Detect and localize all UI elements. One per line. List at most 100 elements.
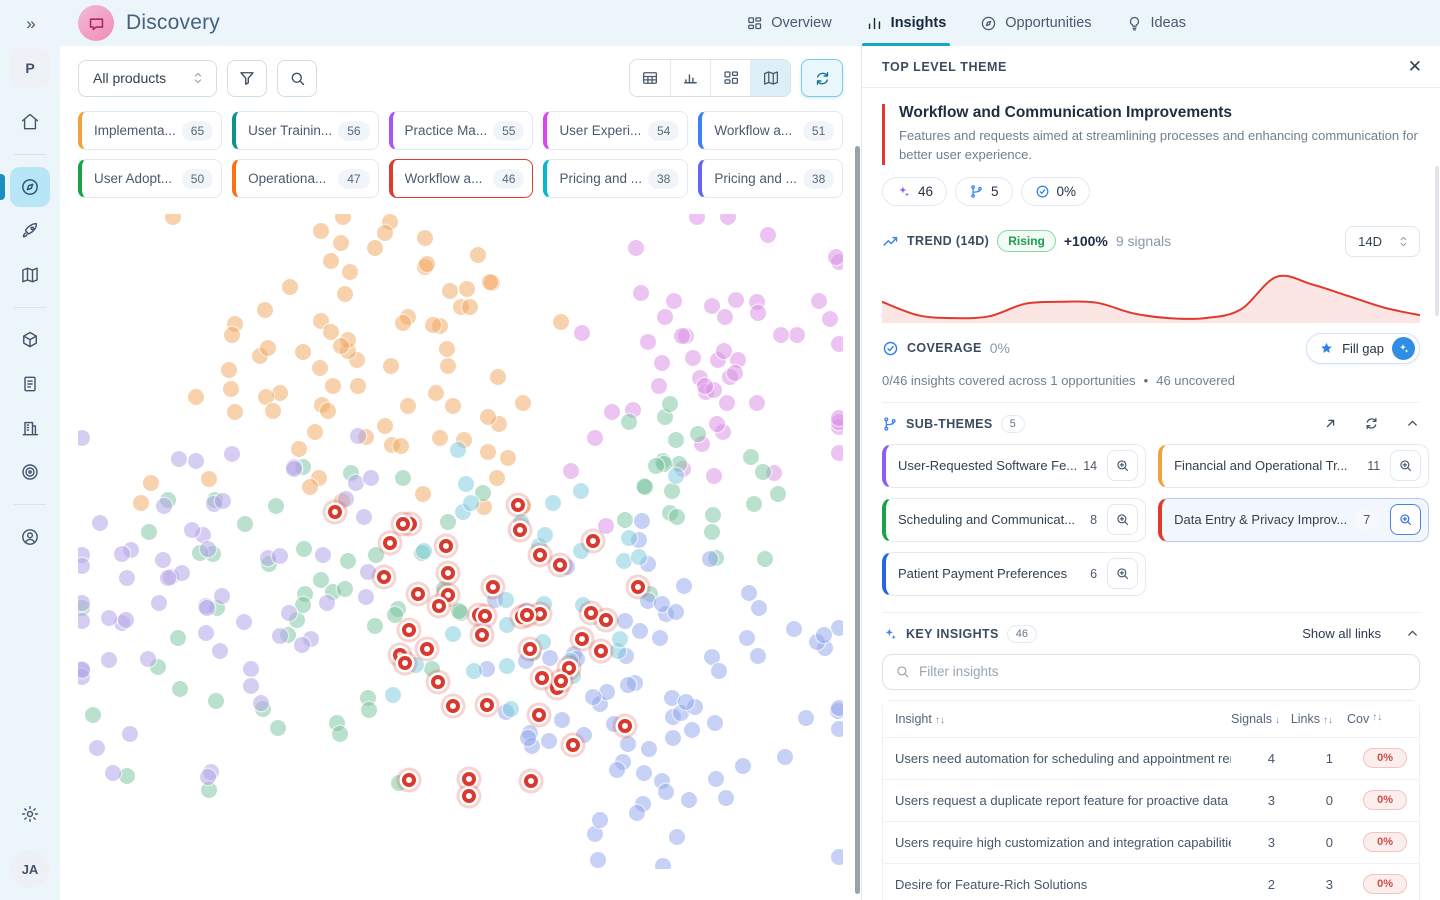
insight-dot[interactable] xyxy=(609,762,625,778)
highlighted-insight-dot[interactable] xyxy=(532,708,546,722)
subtheme-card[interactable]: Patient Payment Preferences6 xyxy=(882,552,1146,596)
insight-dot[interactable] xyxy=(85,707,101,723)
insight-dot[interactable] xyxy=(728,292,744,308)
highlighted-insight-dot[interactable] xyxy=(462,772,476,786)
highlighted-insight-dot[interactable] xyxy=(431,675,445,689)
insight-dot[interactable] xyxy=(705,507,721,523)
insight-dot[interactable] xyxy=(367,240,383,256)
insight-dot[interactable] xyxy=(542,650,558,666)
panel-scrollbar[interactable] xyxy=(1435,166,1439,316)
theme-chip[interactable]: User Adopt...50 xyxy=(78,159,222,198)
insight-dot[interactable] xyxy=(257,302,273,318)
sidebar-item-company[interactable] xyxy=(10,408,50,448)
insight-dot[interactable] xyxy=(489,470,505,486)
insight-dot[interactable] xyxy=(651,378,667,394)
insight-dot[interactable] xyxy=(143,475,159,491)
theme-chip[interactable]: Operationa...47 xyxy=(232,159,378,198)
insight-dot[interactable] xyxy=(515,395,531,411)
insight-dot[interactable] xyxy=(432,430,448,446)
view-map-button[interactable] xyxy=(750,60,790,96)
subtheme-zoom-button[interactable] xyxy=(1107,558,1138,589)
insight-dot[interactable] xyxy=(383,358,399,374)
insight-dot[interactable] xyxy=(822,311,838,327)
insight-dot[interactable] xyxy=(268,498,284,514)
insight-dot[interactable] xyxy=(716,343,732,359)
insight-dot[interactable] xyxy=(78,430,90,446)
insight-dot[interactable] xyxy=(499,658,515,674)
insight-dot[interactable] xyxy=(664,690,680,706)
insight-dot[interactable] xyxy=(831,410,843,426)
insight-dot[interactable] xyxy=(237,516,253,532)
insight-dot[interactable] xyxy=(641,741,657,757)
insight-dot[interactable] xyxy=(669,509,685,525)
insight-dot[interactable] xyxy=(786,621,802,637)
main-scrollbar[interactable] xyxy=(855,146,860,894)
insight-dot[interactable] xyxy=(320,403,336,419)
insight-dot[interactable] xyxy=(459,281,475,297)
highlighted-insight-dot[interactable] xyxy=(533,548,547,562)
insight-dot[interactable] xyxy=(122,726,138,742)
insight-dot[interactable] xyxy=(367,618,383,634)
insight-dot[interactable] xyxy=(236,614,252,630)
insight-dot[interactable] xyxy=(377,225,393,241)
tab-overview[interactable]: Overview xyxy=(746,0,831,46)
insight-dot[interactable] xyxy=(498,592,514,608)
expand-sidebar-icon[interactable]: » xyxy=(26,14,33,34)
insight-dot[interactable] xyxy=(243,678,259,694)
insight-dot[interactable] xyxy=(789,327,805,343)
highlighted-insight-dot[interactable] xyxy=(398,656,412,670)
insight-dot[interactable] xyxy=(140,651,156,667)
tab-ideas[interactable]: Ideas xyxy=(1126,0,1186,46)
insight-dot[interactable] xyxy=(689,214,705,225)
view-table-button[interactable] xyxy=(630,60,670,96)
insight-dot[interactable] xyxy=(201,471,217,487)
highlighted-insight-dot[interactable] xyxy=(586,534,600,548)
insight-dot[interactable] xyxy=(828,249,844,265)
insight-dot[interactable] xyxy=(184,522,200,538)
insight-dot[interactable] xyxy=(587,430,603,446)
insight-dot[interactable] xyxy=(640,593,656,609)
insight-dot[interactable] xyxy=(718,790,734,806)
insight-dot[interactable] xyxy=(200,541,216,557)
insight-dot[interactable] xyxy=(727,365,743,381)
insight-dot[interactable] xyxy=(711,663,727,679)
insight-dot[interactable] xyxy=(482,274,498,290)
col-insight[interactable]: Insight↑↓ xyxy=(895,712,1231,726)
highlighted-insight-dot[interactable] xyxy=(480,698,494,712)
insight-dot[interactable] xyxy=(118,612,134,628)
insight-dot[interactable] xyxy=(340,553,356,569)
insight-dot[interactable] xyxy=(563,463,579,479)
insight-dot[interactable] xyxy=(654,355,670,371)
close-icon[interactable]: ✕ xyxy=(1408,57,1422,77)
insight-dot[interactable] xyxy=(200,769,216,785)
insight-dot[interactable] xyxy=(755,464,771,480)
highlighted-insight-dot[interactable] xyxy=(328,505,342,519)
insight-dot[interactable] xyxy=(676,578,692,594)
insight-dot[interactable] xyxy=(387,607,403,623)
insight-dot[interactable] xyxy=(617,512,633,528)
subtheme-zoom-button[interactable] xyxy=(1390,450,1421,481)
insight-dot[interactable] xyxy=(674,328,690,344)
product-filter-select[interactable]: All products xyxy=(78,60,217,97)
insight-dot[interactable] xyxy=(450,442,466,458)
insight-dot[interactable] xyxy=(592,812,608,828)
insight-dot[interactable] xyxy=(678,694,694,710)
insights-count-pill[interactable]: 46 xyxy=(882,177,947,206)
insight-dot[interactable] xyxy=(270,720,286,736)
insight-dot[interactable] xyxy=(702,551,718,567)
insight-dot[interactable] xyxy=(616,553,632,569)
highlighted-insight-dot[interactable] xyxy=(584,606,598,620)
highlighted-insight-dot[interactable] xyxy=(520,608,534,622)
insight-dot[interactable] xyxy=(617,613,633,629)
insight-dot[interactable] xyxy=(101,652,117,668)
insight-dot[interactable] xyxy=(325,378,341,394)
insight-dot[interactable] xyxy=(697,378,713,394)
insight-dot[interactable] xyxy=(684,722,700,738)
coverage-pill[interactable]: 0% xyxy=(1021,177,1091,206)
subtheme-zoom-button[interactable] xyxy=(1107,504,1138,535)
highlighted-insight-dot[interactable] xyxy=(523,642,537,656)
insight-dot[interactable] xyxy=(224,327,240,343)
insight-dot[interactable] xyxy=(490,369,506,385)
insight-dot[interactable] xyxy=(350,428,366,444)
highlighted-insight-dot[interactable] xyxy=(562,661,576,675)
